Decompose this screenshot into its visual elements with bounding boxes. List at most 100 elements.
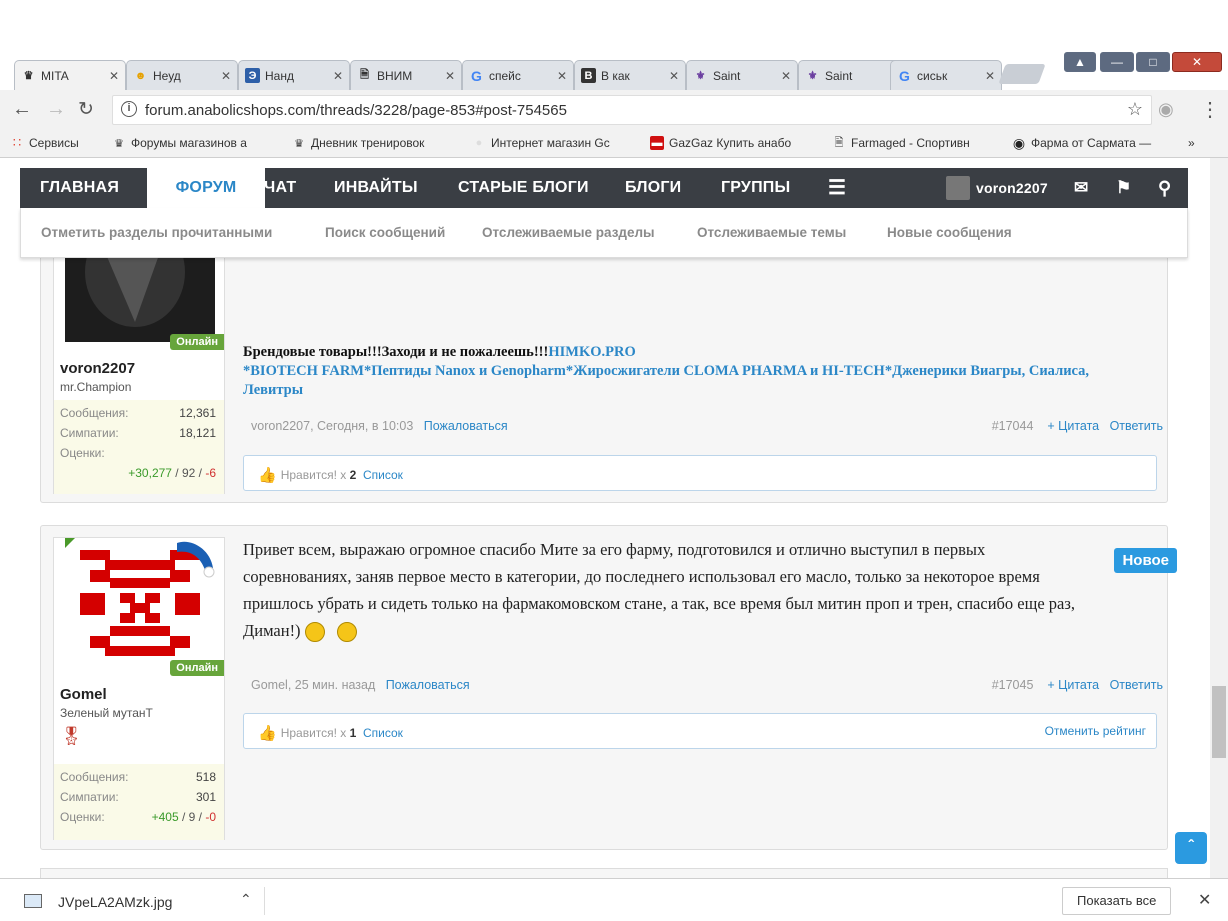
reload-icon[interactable]: ↻ <box>78 98 94 121</box>
close-window-button[interactable]: ✕ <box>1172 52 1222 72</box>
flag-icon[interactable]: ⚑ <box>1116 168 1131 208</box>
post-number[interactable]: #17044 <box>992 419 1034 433</box>
scrollbar-thumb[interactable] <box>1212 686 1226 758</box>
close-tab-icon[interactable]: ✕ <box>221 69 231 83</box>
browser-tab-5[interactable]: G спейс ✕ <box>462 60 574 90</box>
chevron-up-icon[interactable]: ⌃ <box>240 891 252 908</box>
close-tab-icon[interactable]: ✕ <box>781 69 791 83</box>
stat-ratings: +30,277 / 92 / -6 <box>128 466 216 480</box>
bookmark-diary[interactable]: ♛ Дневник тренировок <box>292 136 460 150</box>
browser-tab-9[interactable]: G сиськ ✕ <box>890 60 1002 90</box>
bookmark-forums[interactable]: ♛ Форумы магазинов а <box>112 136 282 150</box>
likes-list-link[interactable]: Список <box>363 468 403 482</box>
scroll-top-button[interactable]: ˆ <box>1175 832 1207 864</box>
next-post-edge <box>40 868 1168 878</box>
bookmark-star-icon[interactable]: ☆ <box>1127 99 1143 120</box>
search-icon[interactable]: ⚲ <box>1158 168 1171 208</box>
award-medal-icon: 🎖 <box>60 726 83 746</box>
download-file-name[interactable]: JVpeLA2AMzk.jpg <box>58 894 172 910</box>
browser-tab-mita[interactable]: ♛ MITA ✕ <box>14 60 126 90</box>
nav-invites[interactable]: ИНВАЙТЫ <box>334 168 418 208</box>
mark-read-link[interactable]: Отметить разделы прочитанными <box>41 225 272 240</box>
close-download-bar-icon[interactable]: ✕ <box>1198 890 1211 910</box>
unrate-link[interactable]: Отменить рейтинг <box>1045 724 1146 738</box>
apps-grid-icon: ∷ <box>12 136 22 150</box>
forward-arrow-icon[interactable]: → <box>46 98 66 121</box>
info-icon[interactable]: i <box>121 101 137 117</box>
quote-link[interactable]: + Цитата <box>1047 419 1099 433</box>
close-tab-icon[interactable]: ✕ <box>445 69 455 83</box>
online-badge: Онлайн <box>170 334 224 350</box>
nav-blogs[interactable]: БЛОГИ <box>625 168 681 208</box>
report-link[interactable]: Пожаловаться <box>386 678 470 692</box>
post-message: Привет всем, выражаю огромное спасибо Ми… <box>243 536 1093 644</box>
reply-link[interactable]: Ответить <box>1110 678 1163 692</box>
user-block: Онлайн Gomel Зеленый мутанТ 🎖 Сообщения:… <box>53 537 225 840</box>
post-username[interactable]: Gomel <box>60 686 107 703</box>
hamburger-icon[interactable]: ☰ <box>828 168 846 208</box>
close-tab-icon[interactable]: ✕ <box>557 69 567 83</box>
browser-tab-3[interactable]: Э Нанд ✕ <box>238 60 350 90</box>
google-icon: G <box>471 67 482 84</box>
post-number[interactable]: #17045 <box>992 678 1034 692</box>
bookmark-services[interactable]: ∷ Сервисы <box>10 136 79 150</box>
new-tab-button[interactable] <box>998 64 1046 84</box>
browser-tab-2[interactable]: ☻ Неуд ✕ <box>126 60 238 90</box>
stat-messages: Сообщения: 518 <box>60 770 216 784</box>
likes-summary: 👍 Нравится! x 1 Список Отменить рейтинг <box>243 713 1157 749</box>
post: Онлайн Gomel Зеленый мутанТ 🎖 Сообщения:… <box>40 525 1177 850</box>
nav-username[interactable]: voron2207 <box>976 168 1048 208</box>
browser-tab-6[interactable]: B В как ✕ <box>574 60 686 90</box>
minimize-button[interactable]: — <box>1100 52 1134 72</box>
back-arrow-icon[interactable]: ← <box>12 98 32 121</box>
stat-ratings: Оценки: +405 / 9 / -0 <box>60 810 216 824</box>
post-username[interactable]: voron2207 <box>60 360 135 377</box>
maximize-button[interactable]: □ <box>1136 52 1170 72</box>
close-tab-icon[interactable]: ✕ <box>669 69 679 83</box>
page-scrollbar[interactable] <box>1210 158 1228 878</box>
smiley-surprised-icon <box>337 622 358 643</box>
signature-link[interactable]: HIMKO.PRO <box>548 344 635 360</box>
bookmark-sarmat[interactable]: ◉ Фарма от Сармата — <box>1012 136 1172 150</box>
search-posts-link[interactable]: Поиск сообщений <box>325 225 445 240</box>
nav-chat[interactable]: ЧАТ <box>264 168 296 208</box>
user-title: mr.Champion <box>60 380 132 394</box>
nav-old-blogs[interactable]: СТАРЫЕ БЛОГИ <box>458 168 589 208</box>
report-link[interactable]: Пожаловаться <box>424 419 508 433</box>
browser-tab-4[interactable]: 🗎 ВНИМ ✕ <box>350 60 462 90</box>
watched-threads-link[interactable]: Отслеживаемые темы <box>697 225 846 240</box>
profile-button[interactable]: ▲ <box>1064 52 1096 72</box>
address-bar[interactable]: i forum.anabolicshops.com/threads/3228/p… <box>112 95 1152 125</box>
nav-groups[interactable]: ГРУППЫ <box>721 168 790 208</box>
bookmark-shop[interactable]: ● Интернет магазин Gc <box>472 136 640 150</box>
quote-link[interactable]: + Цитата <box>1047 678 1099 692</box>
new-posts-link[interactable]: Новые сообщения <box>887 225 1012 240</box>
reply-link[interactable]: Ответить <box>1110 419 1163 433</box>
watched-forums-link[interactable]: Отслеживаемые разделы <box>482 225 655 240</box>
bookmark-gazgaz[interactable]: ▬ GazGaz Купить анабо <box>650 136 818 150</box>
user-title: Зеленый мутанТ <box>60 706 153 720</box>
mail-icon[interactable]: ✉ <box>1074 168 1088 208</box>
online-badge: Онлайн <box>170 660 224 676</box>
stat-likes: Симпатии: 18,121 <box>60 426 216 440</box>
thumbs-up-icon: 👍 <box>258 725 277 742</box>
signature-line2[interactable]: *BIOTECH FARM*Пептиды Nanox и Genopharm*… <box>243 362 1143 400</box>
show-all-button[interactable]: Показать все <box>1062 887 1172 915</box>
bookmarks-more[interactable]: » <box>1188 136 1195 150</box>
page-icon: 🗎 <box>834 136 844 149</box>
post-meta: voron2207, Сегодня, в 10:03 Пожаловаться… <box>251 419 1163 433</box>
bookmark-farmaged[interactable]: 🗎 Farmaged - Спортивн <box>832 136 998 150</box>
globe-icon[interactable]: ◉ <box>1158 99 1174 120</box>
close-tab-icon[interactable]: ✕ <box>109 69 119 83</box>
forum-icon: ♛ <box>114 137 124 150</box>
menu-dots-icon[interactable]: ⋮ <box>1200 97 1220 122</box>
close-tab-icon[interactable]: ✕ <box>333 69 343 83</box>
browser-tab-7[interactable]: ⚜ Saint ✕ <box>686 60 798 90</box>
nav-forum[interactable]: ФОРУМ <box>147 168 265 208</box>
likes-list-link[interactable]: Список <box>363 726 403 740</box>
avatar[interactable] <box>65 538 215 668</box>
close-tab-icon[interactable]: ✕ <box>985 69 995 83</box>
nav-home[interactable]: ГЛАВНАЯ <box>28 168 131 208</box>
page-icon: 🗎 <box>360 69 369 81</box>
user-avatar-small[interactable] <box>946 176 970 200</box>
